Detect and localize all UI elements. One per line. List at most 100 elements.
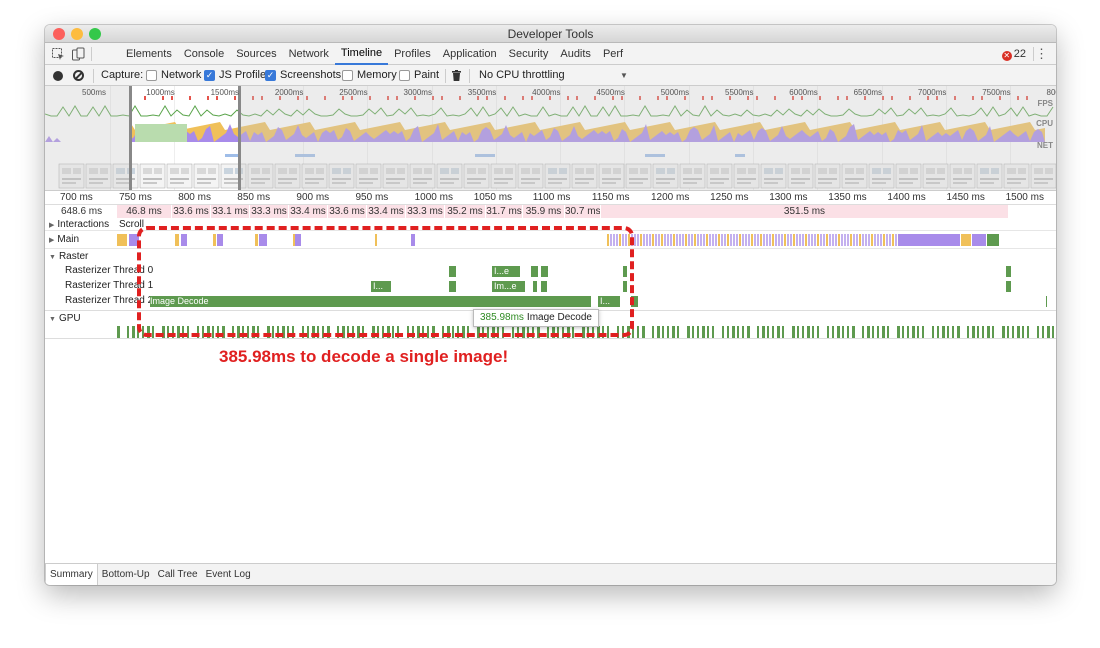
details-tab-bottom-up[interactable]: Bottom-Up [98, 564, 154, 585]
main-task-block[interactable] [697, 234, 699, 246]
gpu-task-block[interactable] [692, 326, 694, 338]
gpu-task-block[interactable] [712, 326, 714, 338]
gpu-task-block[interactable] [732, 326, 735, 338]
main-task-block[interactable] [787, 234, 789, 246]
main-task-block[interactable] [751, 234, 753, 246]
gpu-task-block[interactable] [127, 326, 129, 338]
main-task-block[interactable] [688, 234, 690, 246]
details-tab-summary[interactable]: Summary [45, 564, 98, 585]
gpu-task-block[interactable] [972, 326, 975, 338]
main-task-block[interactable] [676, 234, 678, 246]
main-task-block[interactable] [853, 234, 855, 246]
gpu-task-block[interactable] [987, 326, 990, 338]
main-task-block[interactable] [844, 234, 846, 246]
main-task-block[interactable] [643, 234, 645, 246]
main-task-block[interactable] [658, 234, 660, 246]
clear-button[interactable] [73, 65, 84, 86]
main-task-block[interactable] [889, 234, 891, 246]
gpu-task-block[interactable] [872, 326, 874, 338]
gpu-task-block[interactable] [917, 326, 919, 338]
gpu-task-block[interactable] [777, 326, 780, 338]
main-task-block[interactable] [670, 234, 672, 246]
frame-cell[interactable]: 35.9 ms [523, 205, 565, 218]
gpu-task-block[interactable] [932, 326, 934, 338]
main-task-block[interactable] [754, 234, 756, 246]
gpu-task-block[interactable] [937, 326, 939, 338]
main-task-block[interactable] [649, 234, 651, 246]
main-task-block[interactable] [727, 234, 729, 246]
gpu-task-block[interactable] [817, 326, 819, 338]
tab-sources[interactable]: Sources [230, 43, 282, 65]
main-task-block[interactable] [793, 234, 795, 246]
main-task-block[interactable] [892, 234, 894, 246]
main-task-block[interactable] [871, 234, 873, 246]
gpu-task-block[interactable] [697, 326, 699, 338]
gpu-task-block[interactable] [957, 326, 960, 338]
main-task-block[interactable] [820, 234, 822, 246]
main-task-block[interactable] [736, 234, 738, 246]
gpu-task-block[interactable] [707, 326, 709, 338]
main-task-block[interactable] [802, 234, 804, 246]
gpu-task-block[interactable] [897, 326, 900, 338]
gpu-track-toggle[interactable]: ▼ GPU [49, 313, 81, 326]
main-task-block[interactable] [972, 234, 986, 246]
gpu-task-block[interactable] [977, 326, 979, 338]
main-task-block[interactable] [117, 234, 127, 246]
main-task-block[interactable] [733, 234, 735, 246]
gpu-task-block[interactable] [1047, 326, 1050, 338]
main-task-block[interactable] [799, 234, 801, 246]
main-task-block[interactable] [838, 234, 840, 246]
tab-audits[interactable]: Audits [554, 43, 597, 65]
main-task-block[interactable] [685, 234, 687, 246]
main-task-block[interactable] [805, 234, 807, 246]
gpu-task-block[interactable] [762, 326, 765, 338]
js-profile-checkbox[interactable]: ✓ JS Profile [204, 65, 266, 86]
main-task-block[interactable] [775, 234, 777, 246]
main-task-block[interactable] [667, 234, 669, 246]
frame-cell[interactable]: 33.4 ms [367, 205, 406, 218]
raster-task-block[interactable] [1006, 266, 1011, 277]
raster-task-block[interactable] [1006, 281, 1011, 292]
gpu-task-block[interactable] [672, 326, 675, 338]
main-task-block[interactable] [772, 234, 774, 246]
main-task-block[interactable] [679, 234, 681, 246]
main-task-block[interactable] [640, 234, 642, 246]
main-task-block[interactable] [850, 234, 852, 246]
frame-cell[interactable]: 31.7 ms [486, 205, 523, 218]
gpu-task-block[interactable] [802, 326, 804, 338]
main-task-block[interactable] [748, 234, 750, 246]
tab-elements[interactable]: Elements [120, 43, 178, 65]
main-task-block[interactable] [796, 234, 798, 246]
gpu-task-block[interactable] [687, 326, 690, 338]
tab-perf[interactable]: Perf [597, 43, 629, 65]
gpu-task-block[interactable] [652, 326, 654, 338]
gpu-task-block[interactable] [967, 326, 969, 338]
main-task-block[interactable] [682, 234, 684, 246]
garbage-collect-button[interactable] [452, 65, 461, 86]
record-button[interactable] [53, 65, 63, 86]
main-task-block[interactable] [895, 234, 897, 246]
main-task-block[interactable] [781, 234, 783, 246]
frame-cell[interactable]: 30.7 ms [565, 205, 601, 218]
gpu-task-block[interactable] [1002, 326, 1005, 338]
main-task-block[interactable] [757, 234, 759, 246]
screenshots-check-box[interactable]: ✓ [265, 70, 276, 81]
paint-checkbox[interactable]: Paint [399, 65, 439, 86]
main-task-block[interactable] [721, 234, 723, 246]
details-tab-call-tree[interactable]: Call Tree [154, 564, 202, 585]
main-task-block[interactable] [880, 234, 882, 246]
gpu-task-block[interactable] [117, 326, 120, 338]
main-task-block[interactable] [811, 234, 813, 246]
main-task-block[interactable] [730, 234, 732, 246]
tab-console[interactable]: Console [178, 43, 230, 65]
gpu-task-block[interactable] [887, 326, 889, 338]
main-task-block[interactable] [769, 234, 771, 246]
main-task-block[interactable] [898, 234, 960, 246]
gpu-task-block[interactable] [852, 326, 855, 338]
main-task-block[interactable] [886, 234, 888, 246]
gpu-task-block[interactable] [727, 326, 729, 338]
main-task-block[interactable] [724, 234, 726, 246]
main-task-block[interactable] [859, 234, 861, 246]
main-task-block[interactable] [637, 234, 639, 246]
raster-track-toggle[interactable]: ▼ Raster [49, 251, 88, 264]
